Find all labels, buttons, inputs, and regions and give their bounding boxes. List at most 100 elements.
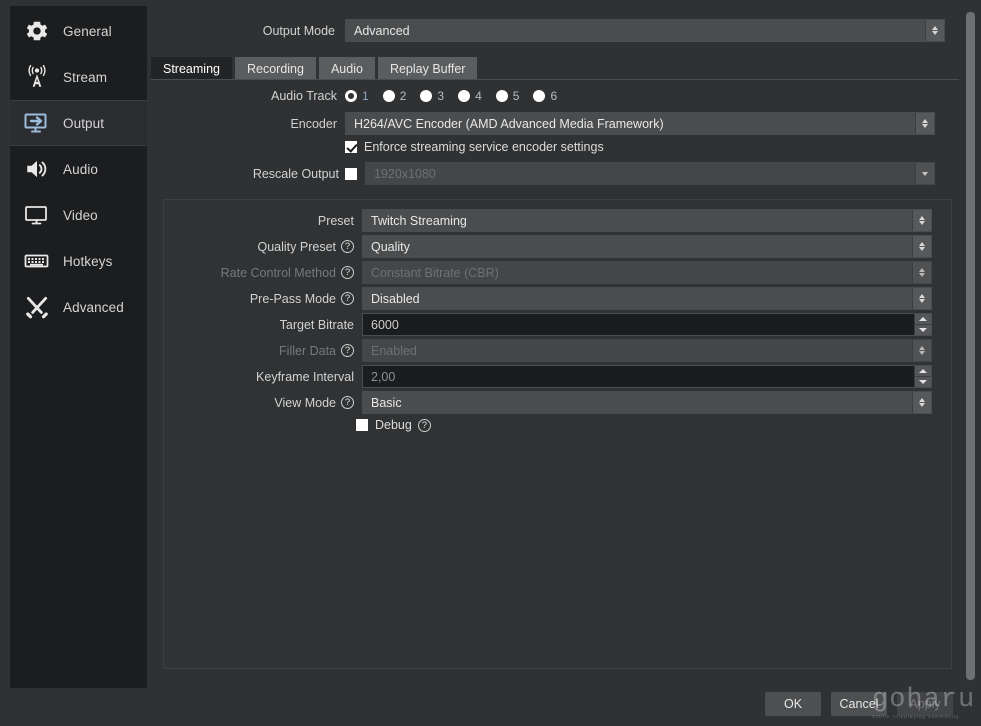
radio-label: 1: [362, 89, 369, 103]
sidebar-item-audio[interactable]: Audio: [10, 146, 147, 192]
cancel-button-label: Cancel: [839, 697, 879, 711]
speaker-icon: [20, 154, 54, 184]
tab-label: Recording: [246, 61, 304, 76]
pre-pass-mode-combo[interactable]: Disabled: [362, 287, 932, 310]
antenna-icon: [20, 62, 54, 92]
encoder-settings-group: Preset Twitch Streaming Quality Preset ?…: [163, 199, 952, 669]
label-text: View Mode: [274, 395, 336, 410]
sidebar-item-video[interactable]: Video: [10, 192, 147, 238]
quality-preset-row: Quality Preset ? Quality: [164, 235, 951, 258]
target-bitrate-label: Target Bitrate: [279, 317, 354, 332]
tab-replay-buffer[interactable]: Replay Buffer: [377, 57, 478, 80]
sidebar-item-hotkeys[interactable]: Hotkeys: [10, 238, 147, 284]
audio-track-radio-3[interactable]: 3: [420, 89, 444, 103]
target-bitrate-value: 6000: [371, 317, 399, 332]
help-icon[interactable]: ?: [341, 396, 354, 409]
keyframe-interval-spinbox[interactable]: 2,00: [362, 365, 932, 388]
keyframe-interval-label: Keyframe Interval: [256, 369, 354, 384]
spinner-down-icon[interactable]: [914, 377, 931, 387]
cancel-button[interactable]: Cancel: [831, 692, 887, 716]
monitor-arrow-icon: [20, 108, 54, 138]
gear-icon: [20, 16, 54, 46]
help-icon[interactable]: ?: [417, 418, 431, 432]
quality-preset-combo[interactable]: Quality: [362, 235, 932, 258]
chevron-updown-icon[interactable]: [912, 340, 931, 361]
chevron-updown-icon[interactable]: [915, 113, 934, 134]
preset-value: Twitch Streaming: [371, 213, 467, 228]
encoder-combo[interactable]: H264/AVC Encoder (AMD Advanced Media Fra…: [345, 112, 935, 135]
spinner-down-icon[interactable]: [914, 325, 931, 335]
chevron-down-icon[interactable]: [915, 163, 934, 184]
rescale-output-checkbox[interactable]: [345, 167, 357, 180]
ok-button[interactable]: OK: [765, 692, 821, 716]
encoder-row: Encoder H264/AVC Encoder (AMD Advanced M…: [147, 112, 962, 135]
monitor-icon: [20, 200, 54, 230]
chevron-updown-icon[interactable]: [912, 210, 931, 231]
tab-recording[interactable]: Recording: [234, 57, 316, 80]
debug-checkbox[interactable]: Debug ?: [356, 418, 431, 432]
radio-indicator: [458, 90, 471, 102]
tab-audio[interactable]: Audio: [318, 57, 375, 80]
chevron-updown-icon[interactable]: [912, 288, 931, 309]
sidebar-item-label: Audio: [63, 161, 99, 177]
chevron-updown-icon[interactable]: [912, 236, 931, 257]
filler-data-label: Filler Data ?: [164, 344, 362, 358]
sidebar-item-stream[interactable]: Stream: [10, 54, 147, 100]
keyframe-interval-row: Keyframe Interval 2,00: [164, 365, 951, 388]
audio-track-radio-6[interactable]: 6: [533, 89, 557, 103]
radio-indicator: [420, 90, 433, 102]
view-mode-value: Basic: [371, 395, 402, 410]
enforce-streaming-settings-checkbox[interactable]: Enforce streaming service encoder settin…: [345, 140, 604, 154]
rescale-output-combo[interactable]: 1920x1080: [365, 162, 935, 185]
sidebar-item-label: Advanced: [63, 299, 124, 315]
scrollbar-thumb[interactable]: [966, 12, 975, 680]
checkbox-indicator: [356, 419, 368, 431]
tab-label: Audio: [330, 61, 363, 76]
spinner-buttons[interactable]: [914, 314, 931, 335]
view-mode-combo[interactable]: Basic: [362, 391, 932, 414]
settings-sidebar: General Stream Output Audio Video Hotkey…: [10, 6, 147, 688]
tab-underline: [151, 79, 959, 80]
help-icon[interactable]: ?: [341, 292, 354, 305]
view-mode-row: View Mode ? Basic: [164, 391, 951, 414]
spinner-buttons[interactable]: [914, 366, 931, 387]
audio-track-label: Audio Track: [270, 89, 337, 103]
chevron-updown-icon[interactable]: [912, 392, 931, 413]
radio-label: 5: [512, 89, 520, 103]
chevron-updown-icon[interactable]: [925, 20, 944, 41]
spinner-up-icon[interactable]: [914, 314, 931, 325]
encoder-label: Encoder: [290, 116, 337, 131]
output-mode-combo[interactable]: Advanced: [345, 19, 945, 42]
debug-label: Debug: [375, 418, 412, 432]
sidebar-item-general[interactable]: General: [10, 8, 147, 54]
audio-track-radio-4[interactable]: 4: [458, 89, 482, 103]
chevron-updown-icon[interactable]: [912, 262, 931, 283]
audio-track-radio-5[interactable]: 5: [495, 89, 520, 103]
sidebar-item-advanced[interactable]: Advanced: [10, 284, 147, 330]
preset-combo[interactable]: Twitch Streaming: [362, 209, 932, 232]
output-mode-value: Advanced: [354, 23, 410, 38]
rate-control-method-label: Rate Control Method ?: [164, 266, 362, 280]
spinner-up-icon[interactable]: [914, 366, 931, 377]
label-text: Pre-Pass Mode: [249, 291, 336, 306]
sidebar-item-label: Output: [63, 115, 105, 131]
label-text: Rate Control Method: [220, 265, 336, 280]
view-mode-label: View Mode ?: [164, 396, 362, 410]
tools-icon: [20, 292, 54, 322]
content-scrollbar[interactable]: [966, 10, 975, 686]
sidebar-item-output[interactable]: Output: [10, 100, 147, 146]
tab-streaming[interactable]: Streaming: [151, 57, 232, 80]
settings-content: Output Mode Advanced Streaming Recording…: [147, 0, 981, 726]
help-icon[interactable]: ?: [341, 240, 354, 253]
audio-track-radio-group: 1 2 3 4 5 6: [345, 89, 571, 103]
radio-indicator: [495, 90, 508, 102]
filler-data-combo[interactable]: Enabled: [362, 339, 932, 362]
audio-track-radio-2[interactable]: 2: [382, 89, 406, 103]
rate-control-method-combo[interactable]: Constant Bitrate (CBR): [362, 261, 932, 284]
target-bitrate-spinbox[interactable]: 6000: [362, 313, 932, 336]
audio-track-radio-1[interactable]: 1: [345, 89, 369, 103]
help-icon[interactable]: ?: [341, 344, 354, 357]
apply-button[interactable]: Apply: [897, 692, 953, 716]
help-icon[interactable]: ?: [341, 266, 354, 279]
rescale-output-label: Rescale Output: [252, 166, 339, 181]
